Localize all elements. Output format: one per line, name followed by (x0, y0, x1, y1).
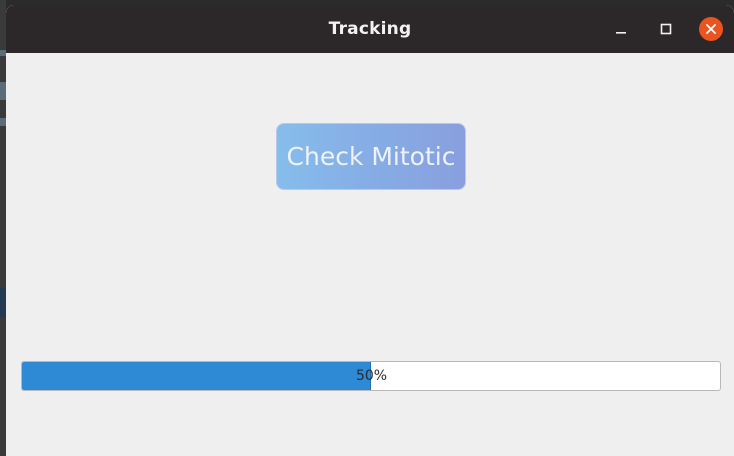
close-button[interactable] (699, 17, 723, 41)
check-mitotic-button[interactable]: Check Mitotic (276, 123, 466, 190)
main-content: Check Mitotic 50% (6, 53, 734, 456)
minimize-button[interactable] (608, 16, 634, 42)
progress-text: 50% (355, 368, 388, 384)
progress-bar: 50% (21, 361, 721, 391)
app-window: Tracking Check Mitotic 50% (6, 5, 734, 456)
maximize-button[interactable] (653, 16, 679, 42)
close-icon (706, 24, 716, 34)
title-bar[interactable]: Tracking (6, 5, 734, 53)
minimize-icon (616, 32, 626, 34)
maximize-icon (660, 23, 672, 35)
